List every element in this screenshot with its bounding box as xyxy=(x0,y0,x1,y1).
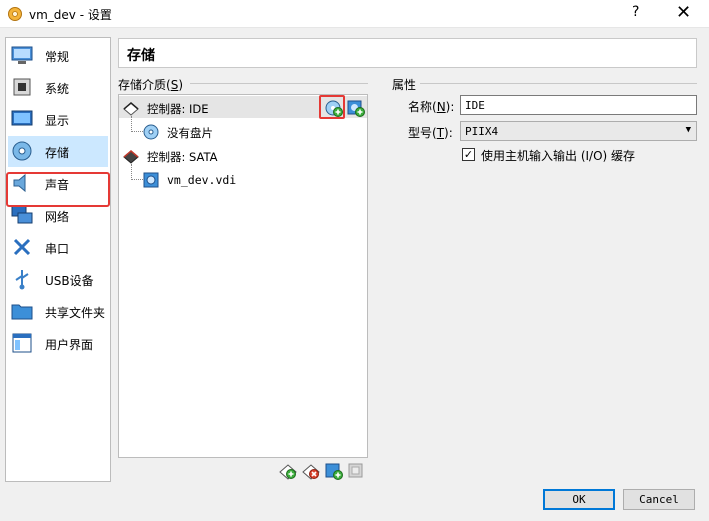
remove-attachment-icon[interactable] xyxy=(347,462,365,480)
sidebar-item-storage[interactable]: 存储 xyxy=(8,136,108,167)
add-controller-icon[interactable] xyxy=(279,462,297,480)
usb-icon xyxy=(15,270,29,290)
display-icon xyxy=(11,110,33,126)
storage-tree[interactable]: 控制器: IDE 没有盘片 控制器: SATA vm_dev.vdi xyxy=(118,94,368,458)
sidebar-item-label: 显示 xyxy=(45,114,70,128)
cancel-button[interactable]: Cancel xyxy=(623,489,695,510)
sidebar-item-display[interactable]: 显示 xyxy=(8,104,108,135)
chevron-down-icon: ▼ xyxy=(685,125,691,135)
divider xyxy=(190,83,368,84)
page-title: 存储 xyxy=(118,38,697,68)
sidebar-item-usb[interactable]: USB设备 xyxy=(8,264,108,295)
controller-type-select[interactable]: PIIX4 ▼ xyxy=(460,121,697,141)
settings-sidebar: 常规 系统 显示 存储 声音 网络 串口 USB设备 共享文件夹 用户界面 xyxy=(5,37,111,482)
sidebar-item-label: 系统 xyxy=(45,82,70,96)
sidebar-item-label: 常规 xyxy=(45,50,70,64)
virtualbox-gear-icon xyxy=(8,7,22,21)
hard-disk-icon xyxy=(143,172,159,188)
sidebar-item-serial-port[interactable]: 串口 xyxy=(8,232,108,263)
optical-disc-icon xyxy=(143,124,159,140)
sidebar-item-label: USB设备 xyxy=(45,274,94,288)
network-icon xyxy=(11,205,33,224)
sidebar-item-label: 共享文件夹 xyxy=(45,306,106,320)
name-label: 名称(N): xyxy=(408,100,455,114)
sidebar-item-shared-folders[interactable]: 共享文件夹 xyxy=(8,296,108,327)
sidebar-item-label: 串口 xyxy=(45,242,70,256)
tree-item-empty-disc[interactable]: 没有盘片 xyxy=(119,120,367,142)
tree-item-sata-controller[interactable]: 控制器: SATA xyxy=(119,144,367,166)
storage-icon xyxy=(12,141,32,161)
general-icon xyxy=(11,46,33,64)
add-optical-drive-highlight xyxy=(319,95,345,119)
divider xyxy=(420,83,697,84)
add-hard-disk-icon[interactable] xyxy=(347,99,365,117)
sidebar-item-label: 网络 xyxy=(45,210,70,224)
ide-controller-icon xyxy=(123,102,139,116)
user-interface-icon xyxy=(12,333,32,353)
host-io-cache-checkbox[interactable]: ✓ xyxy=(462,148,475,161)
sidebar-item-system[interactable]: 系统 xyxy=(8,72,108,103)
title-bar: vm_dev - 设置 ? ✕ xyxy=(0,0,709,28)
type-label: 型号(T): xyxy=(408,126,453,140)
add-attachment-icon[interactable] xyxy=(325,462,343,480)
properties-label: 属性 xyxy=(392,78,417,92)
sidebar-item-label: 用户界面 xyxy=(45,338,94,352)
window-title: vm_dev - 设置 xyxy=(29,8,112,22)
storage-media-label: 存储介质(S) xyxy=(118,78,183,92)
shared-folder-icon xyxy=(11,304,33,320)
remove-controller-icon[interactable] xyxy=(302,462,320,480)
host-io-cache-label: 使用主机输入输出 (I/O) 缓存 xyxy=(481,149,636,163)
sidebar-item-user-interface[interactable]: 用户界面 xyxy=(8,328,108,359)
tree-item-vdi-disk[interactable]: vm_dev.vdi xyxy=(119,168,367,190)
sata-controller-icon xyxy=(123,150,139,164)
selected-item-highlight xyxy=(6,172,110,207)
ok-button[interactable]: OK xyxy=(543,489,615,510)
serial-port-icon xyxy=(13,238,31,256)
help-button[interactable]: ? xyxy=(632,4,639,20)
system-icon xyxy=(13,78,31,96)
close-button[interactable]: ✕ xyxy=(676,2,691,23)
sidebar-item-label: 存储 xyxy=(45,146,70,160)
controller-name-input[interactable]: IDE xyxy=(460,95,697,115)
sidebar-item-general[interactable]: 常规 xyxy=(8,40,108,71)
